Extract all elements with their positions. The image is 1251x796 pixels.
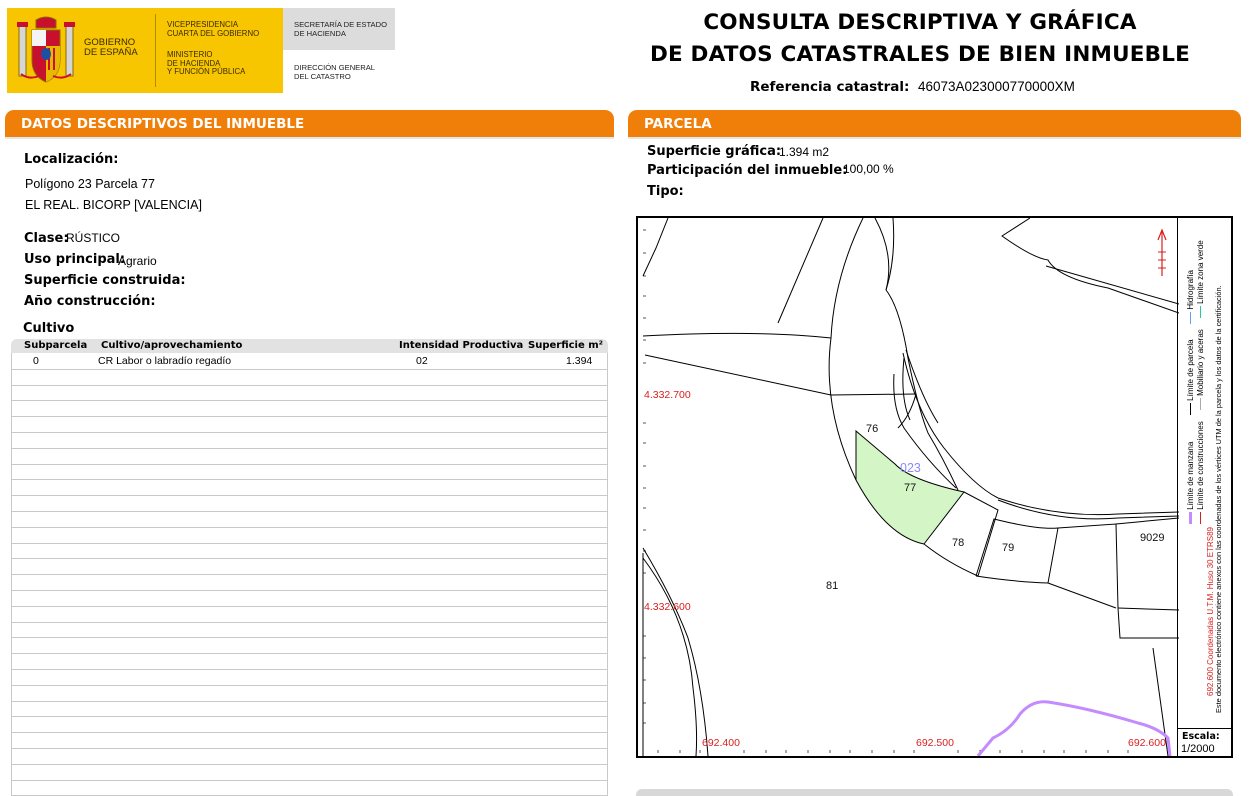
escala-label: Escala: — [1182, 731, 1220, 742]
localizacion-line1: Polígono 23 Parcela 77 — [25, 177, 155, 191]
clase-value: RÚSTICO — [66, 231, 120, 245]
table-row-line — [11, 369, 608, 370]
parcel-label-76: 76 — [866, 423, 878, 435]
map-drawing: 4.332.700 4.332.600 692.400 692.500 692.… — [642, 218, 1179, 756]
page-title-line2: DE DATOS CATASTRALES DE BIEN INMUEBLE — [649, 42, 1191, 67]
cell-intensidad: 02 — [416, 355, 428, 367]
table-row-line — [11, 511, 608, 512]
table-row-line — [11, 732, 608, 733]
coat-of-arms-icon — [17, 16, 75, 83]
ref-catastral-label: Referencia catastral: — [750, 79, 910, 95]
table-row-line — [11, 558, 608, 559]
page-title-line1: CONSULTA DESCRIPTIVA Y GRÁFICA — [703, 10, 1137, 35]
superficie-construida-label: Superficie construida: — [24, 273, 186, 288]
legend-col1: Límite de manzana Límite de parcela Hidr… — [1186, 270, 1195, 524]
cell-superficie: 1.394 — [566, 355, 593, 367]
table-row-line — [11, 479, 608, 480]
parcela-legend-icon — [1190, 403, 1192, 416]
cultivo-title: Cultivo — [23, 321, 75, 336]
table-row-line — [11, 764, 608, 765]
col-intensidad: Intensidad Productiva — [399, 340, 524, 351]
direccion-catastro-text: DIRECCIÓN GENERAL DEL CATASTRO — [294, 63, 376, 81]
uso-principal-label: Uso principal: — [24, 252, 126, 267]
parcel-label-81: 81 — [826, 580, 838, 592]
legend-note: Este documento electrónico contiene anex… — [1214, 285, 1223, 713]
ref-catastral-value: 46073A023000770000XM — [918, 79, 1075, 94]
manzana-legend-icon — [1189, 512, 1193, 524]
coord-y-2: 4.332.600 — [644, 601, 691, 613]
table-row-line — [11, 574, 608, 575]
parcel-label-78: 78 — [952, 537, 964, 549]
parcel-label-79: 79 — [1002, 542, 1014, 554]
datos-descriptivos-header: DATOS DESCRIPTIVOS DEL INMUEBLE — [5, 110, 614, 137]
escala-value: 1/2000 — [1181, 743, 1215, 755]
table-row-line — [11, 432, 608, 433]
table-row-line — [11, 748, 608, 749]
gobierno-espana-text: GOBIERNO DE ESPAÑA — [84, 37, 138, 58]
table-row-line — [11, 685, 608, 686]
participacion-label: Participación del inmueble: — [647, 163, 848, 178]
localizacion-label: Localización: — [24, 152, 119, 167]
clase-label: Clase: — [24, 231, 69, 246]
mobiliario-legend-icon — [1200, 398, 1202, 411]
localizacion-line2: EL REAL. BICORP [VALENCIA] — [25, 198, 202, 212]
col-cultivo: Cultivo/aprovechamiento — [101, 340, 243, 351]
table-row-line — [11, 543, 608, 544]
secretaria-text: SECRETARÍA DE ESTADO DE HACIENDA — [294, 20, 387, 38]
participacion-value: 100,00 % — [843, 162, 894, 176]
hidrografia-legend-icon — [1190, 311, 1192, 324]
table-row-line — [11, 622, 608, 623]
next-section-header — [636, 789, 1233, 796]
coord-x-2: 692.500 — [916, 737, 954, 749]
cell-subparcela: 0 — [33, 355, 39, 367]
coord-x-3: 692.600 — [1128, 737, 1166, 749]
legend-col2: Límite de construcciones Mobiliario y ac… — [1196, 240, 1205, 524]
vicepresidencia-text: VICEPRESIDENCIA CUARTA DEL GOBIERNO — [167, 20, 260, 38]
cell-cultivo: CR Labor o labradío regadío — [98, 355, 232, 367]
superficie-grafica-label: Superficie gráfica: — [647, 144, 782, 159]
table-row-line — [11, 400, 608, 401]
tipo-label: Tipo: — [647, 184, 684, 199]
table-row-line — [11, 416, 608, 417]
ministerio-text: MINISTERIO DE HACIENDA Y FUNCIÓN PÚBLICA — [167, 50, 246, 77]
map-legend: Límite de manzana Límite de parcela Hidr… — [1177, 216, 1233, 728]
cadastral-map[interactable]: 4.332.700 4.332.600 692.400 692.500 692.… — [636, 216, 1233, 758]
government-logo-block: GOBIERNO DE ESPAÑA VICEPRESIDENCIA CUART… — [7, 8, 283, 93]
zona-verde-legend-icon — [1200, 306, 1202, 319]
col-subparcela: Subparcela — [24, 340, 88, 351]
uso-principal-value: Agrario — [118, 254, 157, 268]
table-row-line — [11, 669, 608, 670]
map-scale: Escala: 1/2000 — [1177, 728, 1233, 758]
table-row-line — [11, 606, 608, 607]
table-row-line — [11, 495, 608, 496]
table-row-line — [11, 637, 608, 638]
table-row-line — [11, 385, 608, 386]
table-row-line — [11, 448, 608, 449]
table-row-line — [11, 527, 608, 528]
col-superficie: Superficie m² — [528, 340, 604, 351]
left-panel-top-border — [5, 137, 614, 139]
parcela-header: PARCELA — [628, 110, 1241, 137]
parcel-label-9029: 9029 — [1140, 532, 1164, 544]
table-row-line — [11, 464, 608, 465]
logo-divider — [155, 14, 156, 87]
superficie-grafica-value: 1.394 m2 — [779, 145, 830, 159]
north-arrow-icon — [1157, 228, 1167, 276]
coord-y-1: 4.332.700 — [644, 389, 691, 401]
table-row-line — [11, 590, 608, 591]
table-row-line — [11, 716, 608, 717]
coord-x-1: 692.400 — [702, 737, 740, 749]
right-panel-top-border — [628, 137, 1241, 139]
anio-construccion-label: Año construcción: — [24, 294, 156, 309]
table-row-line — [11, 653, 608, 654]
subparcel-label: 023 — [900, 461, 921, 475]
parcel-label-77: 77 — [904, 482, 916, 494]
table-row-line — [11, 701, 608, 702]
table-row-line — [11, 780, 608, 781]
construcciones-legend-icon — [1200, 512, 1202, 524]
